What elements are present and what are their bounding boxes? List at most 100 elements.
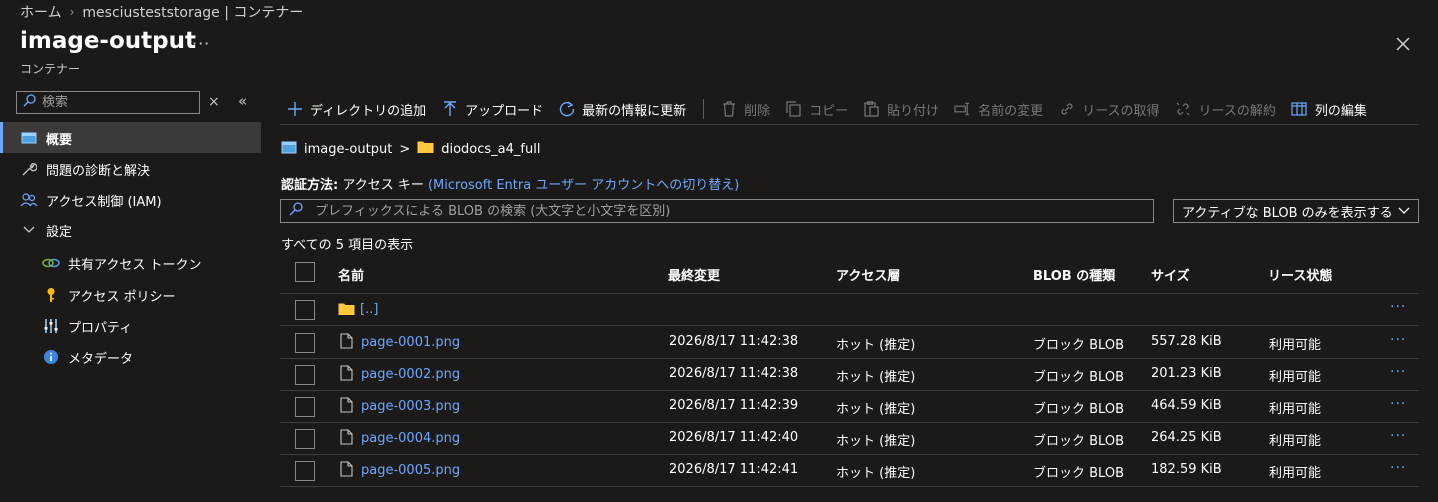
blob-name-link[interactable]: page-0003.png [361,399,460,414]
copy-button[interactable]: コピー [785,100,848,119]
column-header-lease[interactable]: リース状態 [1268,265,1332,284]
row-more-button[interactable]: ··· [1390,428,1406,444]
table-row[interactable]: page-0001.png 2026/8/17 11:42:38 ホット (推定… [280,327,1419,359]
sidebar-item-properties[interactable]: プロパティ [42,315,132,337]
sidebar-item-sas[interactable]: 共有アクセス トークン [42,252,201,274]
delete-label: 削除 [744,103,771,119]
broken-link-icon [1175,101,1192,118]
row-more-button[interactable]: ··· [1390,364,1406,380]
blob-name-link[interactable]: page-0005.png [361,463,460,478]
command-bar: ディレクトリの追加 アップロード 最新の情報に更新 削除 コピー 貼り付け 名前… [286,97,1382,121]
column-header-modified[interactable]: 最終変更 [668,265,720,284]
sidebar-item-label: 概要 [46,132,73,148]
blob-type: ブロック BLOB [1033,338,1124,353]
row-checkbox[interactable] [295,300,315,320]
table-row[interactable]: page-0003.png 2026/8/17 11:42:39 ホット (推定… [280,391,1419,423]
collapse-sidebar-icon[interactable]: « [238,92,247,110]
table-row[interactable]: page-0004.png 2026/8/17 11:42:40 ホット (推定… [280,423,1419,455]
add-directory-label: ディレクトリの追加 [310,103,427,119]
break-lease-button[interactable]: リースの解約 [1175,100,1276,119]
file-icon [340,365,353,385]
blob-tier: ホット (推定) [836,370,916,385]
path-separator: > [399,141,411,157]
row-more-button[interactable]: ··· [1390,396,1406,412]
table-row-parent[interactable]: [..] ··· [280,294,1419,326]
parent-directory-link[interactable]: [..] [360,302,378,317]
breadcrumb-home-link[interactable]: ホーム [20,2,62,22]
upload-button[interactable]: アップロード [441,100,543,119]
switch-auth-link[interactable]: (Microsoft Entra ユーザー アカウントへの切り替え) [428,178,739,193]
rename-button[interactable]: 名前の変更 [954,100,1043,119]
blob-name-link[interactable]: page-0002.png [361,367,460,382]
blob-search-input[interactable] [315,203,1135,219]
container-icon [20,129,38,147]
breadcrumb: ホーム › mesciusteststorage | コンテナー [20,2,303,22]
path-container-link[interactable]: image-output [304,142,392,157]
column-header-name[interactable]: 名前 [338,265,364,284]
sidebar-item-diagnose[interactable]: 問題の診断と解決 [20,158,150,180]
folder-icon [417,140,434,158]
row-more-button[interactable]: ··· [1390,460,1406,476]
sidebar-group-settings[interactable]: 設定 [20,219,72,241]
blob-modified: 2026/8/17 11:42:40 [669,430,799,445]
breadcrumb-separator: › [69,5,75,19]
auth-method: 認証方法: アクセス キー (Microsoft Entra ユーザー アカウン… [281,174,739,193]
search-icon [23,94,36,111]
close-icon[interactable] [1393,34,1413,54]
sidebar-search-input[interactable] [42,95,192,110]
blob-name-link[interactable]: page-0004.png [361,431,460,446]
row-checkbox[interactable] [295,461,315,481]
paste-button[interactable]: 貼り付け [863,100,939,119]
row-more-button[interactable]: ··· [1390,299,1406,315]
key-icon [42,286,60,304]
blob-lease-state: 利用可能 [1269,338,1322,353]
blob-lease-state: 利用可能 [1269,402,1322,417]
sidebar-search[interactable] [16,91,200,114]
sidebar-item-iam[interactable]: アクセス制御 (IAM) [20,189,162,211]
blob-path-breadcrumb: image-output > diodocs_a4_full [281,140,540,158]
blob-search[interactable] [280,199,1154,223]
row-checkbox[interactable] [295,429,315,449]
breadcrumb-storage-link[interactable]: mesciusteststorage | コンテナー [82,2,303,22]
row-checkbox[interactable] [295,333,315,353]
columns-icon [1291,101,1308,118]
sidebar-item-overview[interactable]: 概要 [20,127,72,149]
toolbar-divider-line [280,124,1419,125]
blob-size: 557.28 KiB [1151,334,1222,349]
blob-filter-dropdown[interactable]: アクティブな BLOB のみを表示する [1173,199,1419,223]
acquire-lease-button[interactable]: リースの取得 [1058,100,1160,119]
column-header-blob-type[interactable]: BLOB の種類 [1033,265,1115,284]
clear-search-icon[interactable]: × [208,94,220,110]
select-all-checkbox[interactable] [295,262,315,282]
refresh-button[interactable]: 最新の情報に更新 [558,100,686,119]
column-header-tier[interactable]: アクセス層 [836,265,900,284]
row-checkbox[interactable] [295,397,315,417]
sidebar-item-access-policy[interactable]: アクセス ポリシー [42,284,175,306]
path-folder-link[interactable]: diodocs_a4_full [441,142,540,157]
filter-selected-value: アクティブな BLOB のみを表示する [1182,205,1393,221]
sliders-icon [42,317,60,335]
plus-icon [286,101,303,118]
page-subtitle: コンテナー [20,62,81,76]
blob-type: ブロック BLOB [1033,370,1124,385]
column-header-size[interactable]: サイズ [1151,265,1190,284]
delete-button[interactable]: 削除 [720,100,770,119]
blob-modified: 2026/8/17 11:42:41 [669,462,799,477]
paste-label: 貼り付け [887,103,940,119]
table-row[interactable]: page-0002.png 2026/8/17 11:42:38 ホット (推定… [280,359,1419,391]
blob-name-link[interactable]: page-0001.png [361,335,460,350]
blob-size: 201.23 KiB [1151,366,1222,381]
table-row[interactable]: page-0005.png 2026/8/17 11:42:41 ホット (推定… [280,455,1419,487]
row-more-button[interactable]: ··· [1390,332,1406,348]
folder-icon [338,302,355,320]
copy-icon [785,101,802,118]
info-icon [42,348,60,366]
add-directory-button[interactable]: ディレクトリの追加 [286,100,426,119]
edit-columns-button[interactable]: 列の編集 [1291,100,1367,119]
blob-modified: 2026/8/17 11:42:39 [669,398,799,413]
row-checkbox[interactable] [295,365,315,385]
file-icon [340,397,353,417]
blob-modified: 2026/8/17 11:42:38 [669,366,799,381]
sidebar-item-metadata[interactable]: メタデータ [42,346,133,368]
more-options-button[interactable]: ··· [192,34,210,53]
